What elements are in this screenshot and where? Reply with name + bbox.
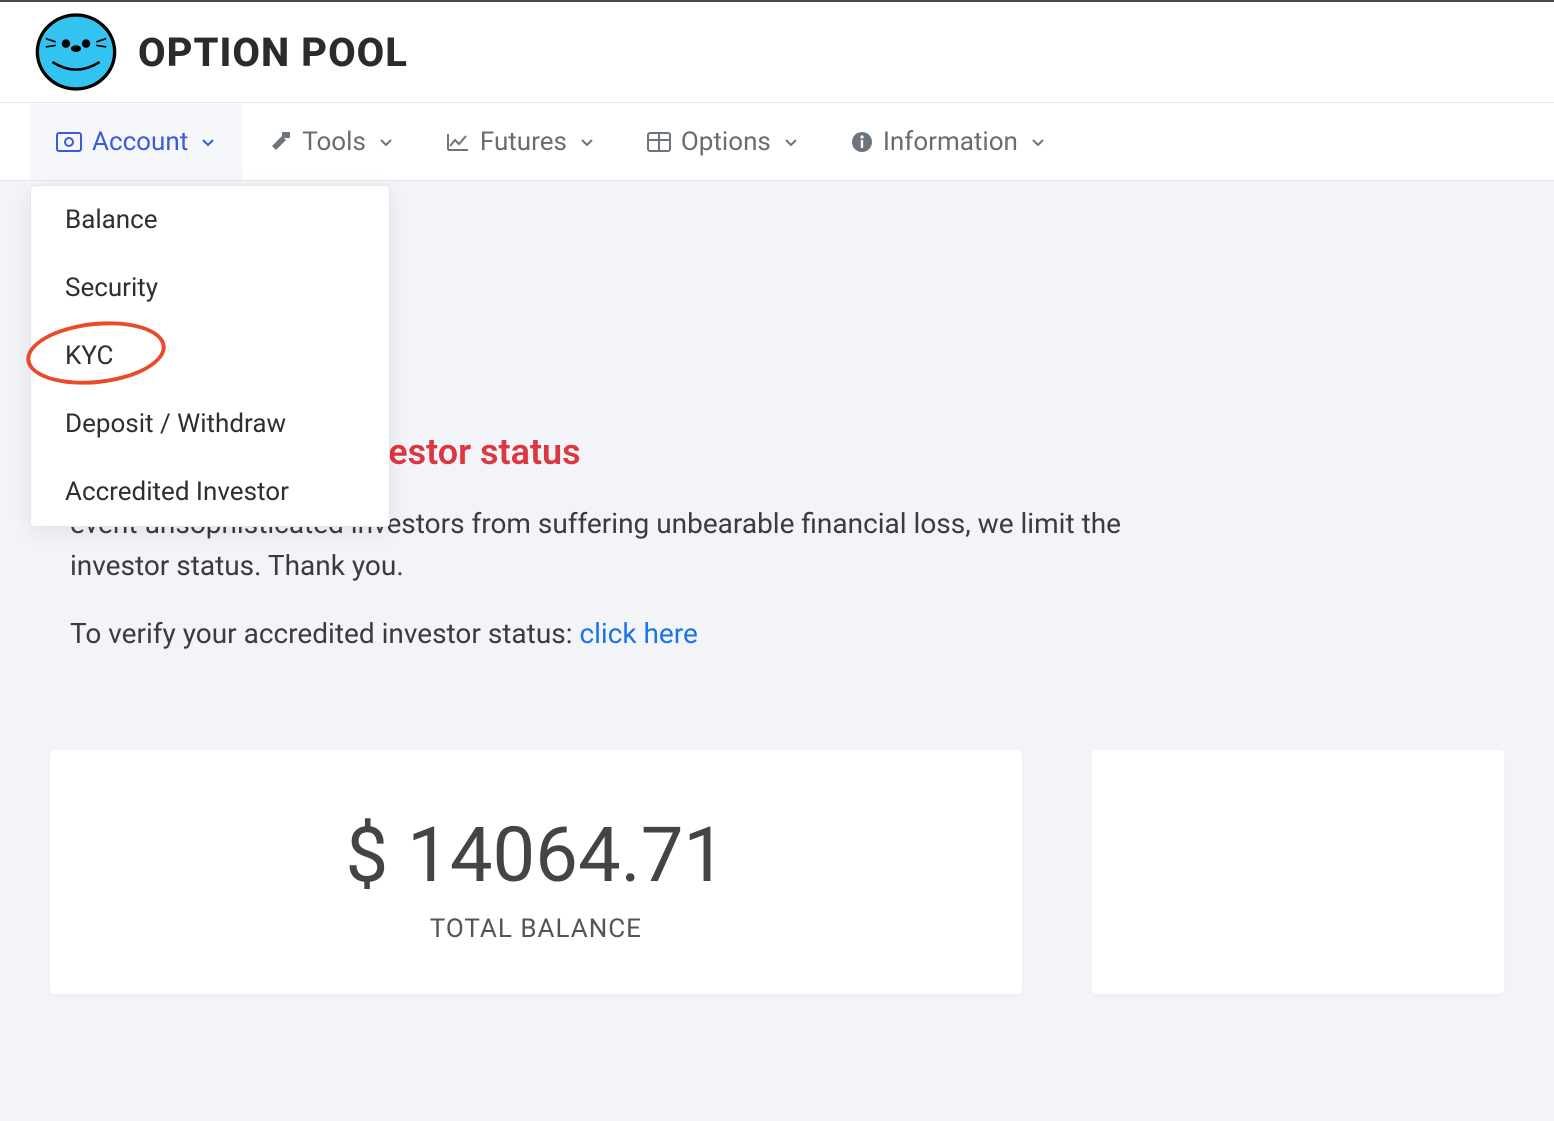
balance-label: TOTAL BALANCE (90, 914, 982, 944)
dropdown-item-security[interactable]: Security (31, 254, 389, 322)
brand-header: OPTION POOL (0, 2, 1554, 102)
notice-body-tail: investor status. Thank you. (70, 549, 404, 582)
notice-verify-prefix: To verify your accredited investor statu… (70, 617, 579, 650)
chevron-down-icon (579, 134, 595, 150)
nav-label: Futures (480, 127, 567, 157)
brand-logo (34, 10, 118, 94)
nav-information[interactable]: Information (825, 103, 1072, 180)
chevron-down-icon (1030, 134, 1046, 150)
nav-label: Account (92, 127, 188, 157)
nav-label: Tools (302, 127, 366, 157)
nav-label: Information (883, 127, 1018, 157)
side-card (1092, 750, 1504, 994)
money-icon (56, 132, 82, 152)
nav-account[interactable]: Account (30, 103, 242, 180)
hammer-icon (268, 130, 292, 154)
account-dropdown: Balance Security KYC Deposit / Withdraw … (30, 185, 390, 527)
notice-verify-line: To verify your accredited investor statu… (70, 617, 1484, 650)
table-icon (647, 132, 671, 152)
nav-label: Options (681, 127, 771, 157)
nav-options[interactable]: Options (621, 103, 825, 180)
balance-card: $ 14064.71 TOTAL BALANCE (50, 750, 1022, 994)
dropdown-item-accredited[interactable]: Accredited Investor (31, 458, 389, 526)
brand-name: OPTION POOL (138, 29, 408, 76)
chevron-down-icon (378, 134, 394, 150)
chart-line-icon (446, 132, 470, 152)
dropdown-item-balance[interactable]: Balance (31, 186, 389, 254)
chevron-down-icon (783, 134, 799, 150)
cards-row: $ 14064.71 TOTAL BALANCE (0, 650, 1554, 994)
nav-tools[interactable]: Tools (242, 103, 420, 180)
dropdown-item-kyc[interactable]: KYC (31, 322, 389, 390)
navbar: Account Tools Futures (0, 103, 1554, 181)
nav-futures[interactable]: Futures (420, 103, 621, 180)
balance-amount: $ 14064.71 (90, 810, 982, 900)
info-icon (851, 131, 873, 153)
chevron-down-icon (200, 134, 216, 150)
verify-link[interactable]: click here (579, 617, 697, 650)
dropdown-item-deposit-withdraw[interactable]: Deposit / Withdraw (31, 390, 389, 458)
